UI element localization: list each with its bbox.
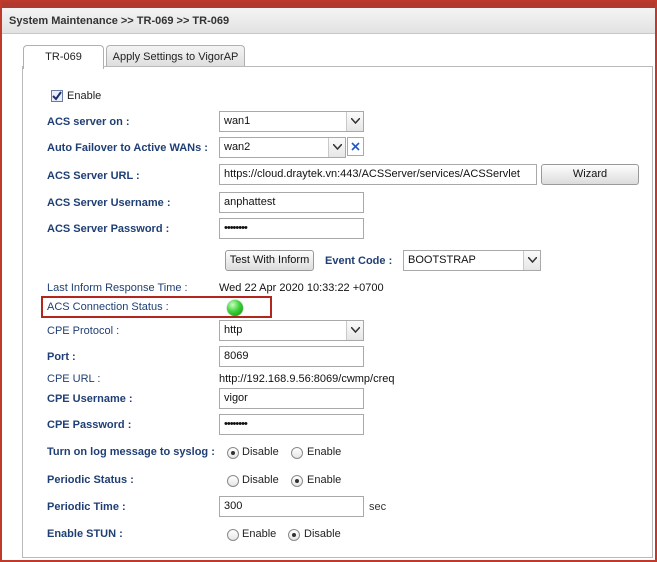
periodic-status-label: Periodic Status : xyxy=(47,474,134,486)
cpe-protocol-value: http xyxy=(224,324,243,336)
stun-enable-radio[interactable] xyxy=(227,529,239,541)
cpe-password-label: CPE Password : xyxy=(47,419,132,431)
acs-server-on-value: wan1 xyxy=(224,115,251,127)
acs-connection-status-label: ACS Connection Status : xyxy=(47,301,169,313)
acs-url-input[interactable]: https://cloud.draytek.vn:443/ACSServer/s… xyxy=(219,164,537,185)
last-inform-value: Wed 22 Apr 2020 10:33:22 +0700 xyxy=(219,282,384,294)
tab-apply-settings-vigorap[interactable]: Apply Settings to VigorAP xyxy=(106,45,245,68)
wizard-button[interactable]: Wizard xyxy=(541,164,639,185)
periodic-time-unit: sec xyxy=(369,501,387,513)
breadcrumb: System Maintenance >> TR-069 >> TR-069 xyxy=(9,15,230,27)
chevron-down-icon xyxy=(328,138,345,157)
acs-username-label: ACS Server Username : xyxy=(47,197,171,209)
event-code-value: BOOTSTRAP xyxy=(408,254,476,266)
acs-server-on-select[interactable]: wan1 xyxy=(219,111,364,132)
clear-failover-button[interactable] xyxy=(347,137,364,156)
cpe-username-input[interactable]: vigor xyxy=(219,388,364,409)
port-label: Port : xyxy=(47,351,76,363)
periodic-enable-radio[interactable] xyxy=(291,475,303,487)
syslog-enable-label: Enable xyxy=(307,446,342,458)
checkmark-icon xyxy=(52,91,62,101)
auto-failover-label: Auto Failover to Active WANs : xyxy=(47,142,208,154)
event-code-label: Event Code : xyxy=(325,255,393,267)
chevron-down-icon xyxy=(346,112,363,131)
acs-password-label: ACS Server Password : xyxy=(47,223,170,235)
stun-disable-radio[interactable] xyxy=(288,529,300,541)
enable-checkbox[interactable] xyxy=(51,90,63,102)
acs-url-label: ACS Server URL : xyxy=(47,170,140,182)
syslog-label: Turn on log message to syslog : xyxy=(47,446,215,458)
test-with-inform-button[interactable]: Test With Inform xyxy=(225,250,314,271)
close-icon xyxy=(351,142,360,151)
stun-label: Enable STUN : xyxy=(47,528,123,540)
cpe-protocol-label: CPE Protocol : xyxy=(47,325,120,337)
last-inform-label: Last Inform Response Time : xyxy=(47,282,188,294)
periodic-enable-label: Enable xyxy=(307,474,342,486)
cpe-password-input[interactable]: •••••••• xyxy=(219,414,364,435)
cpe-url-value: http://192.168.9.56:8069/cwmp/creq xyxy=(219,373,395,385)
auto-failover-value: wan2 xyxy=(224,141,251,153)
chevron-down-icon xyxy=(346,321,363,340)
syslog-disable-label: Disable xyxy=(242,446,279,458)
syslog-enable-radio[interactable] xyxy=(291,447,303,459)
page-header: System Maintenance >> TR-069 >> TR-069 xyxy=(2,8,655,34)
periodic-disable-radio[interactable] xyxy=(227,475,239,487)
acs-username-input[interactable]: anphattest xyxy=(219,192,364,213)
cpe-username-label: CPE Username : xyxy=(47,393,133,405)
cpe-protocol-select[interactable]: http xyxy=(219,320,364,341)
chevron-down-icon xyxy=(523,251,540,270)
port-input[interactable]: 8069 xyxy=(219,346,364,367)
tab-tr069[interactable]: TR-069 xyxy=(23,45,104,69)
stun-enable-label: Enable xyxy=(242,528,277,540)
acs-password-input[interactable]: •••••••• xyxy=(219,218,364,239)
periodic-disable-label: Disable xyxy=(242,474,279,486)
cpe-url-label: CPE URL : xyxy=(47,373,101,385)
syslog-disable-radio[interactable] xyxy=(227,447,239,459)
periodic-time-label: Periodic Time : xyxy=(47,501,126,513)
stun-disable-label: Disable xyxy=(304,528,341,540)
periodic-time-input[interactable]: 300 xyxy=(219,496,364,517)
enable-label: Enable xyxy=(67,90,102,102)
connection-status-led-icon xyxy=(227,300,243,316)
event-code-select[interactable]: BOOTSTRAP xyxy=(403,250,541,271)
auto-failover-select[interactable]: wan2 xyxy=(219,137,346,158)
acs-server-on-label: ACS server on : xyxy=(47,116,130,128)
